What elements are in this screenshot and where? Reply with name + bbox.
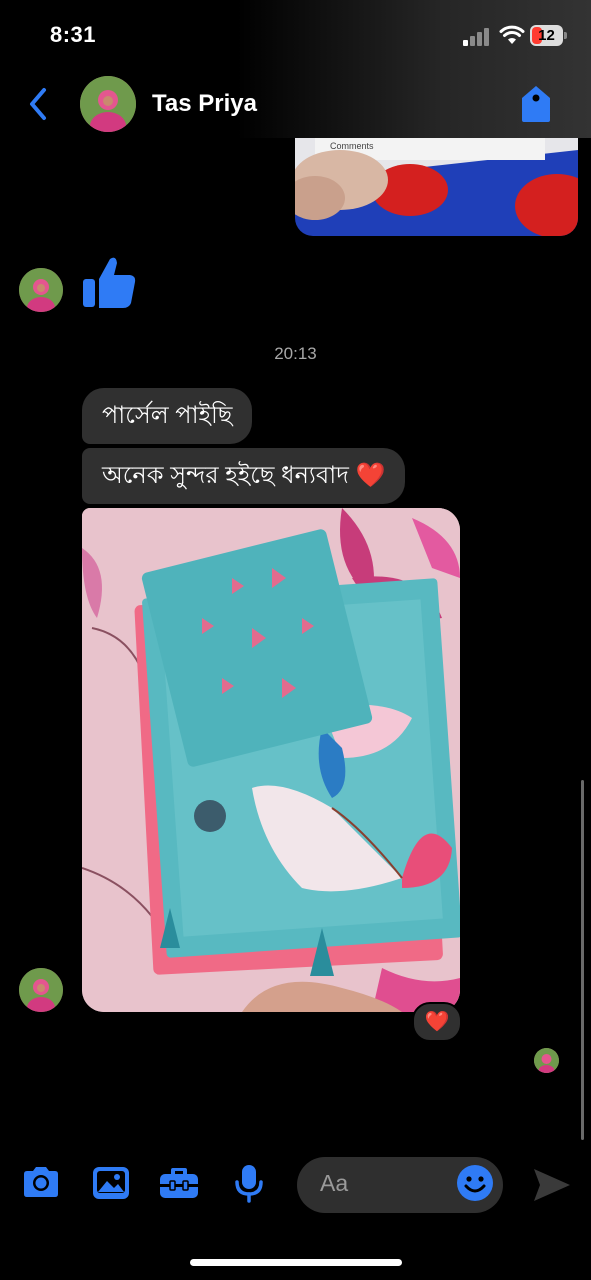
toolbox-icon[interactable] xyxy=(158,1162,200,1204)
wifi-icon xyxy=(499,24,525,46)
cellular-signal-icon xyxy=(463,28,491,46)
camera-icon[interactable] xyxy=(20,1162,62,1204)
tag-icon[interactable] xyxy=(518,84,554,124)
home-indicator[interactable] xyxy=(190,1259,402,1266)
message-text: পার্সেল পাইছি xyxy=(102,402,233,429)
back-chevron-icon[interactable] xyxy=(26,86,52,122)
message-input-placeholder: Aa xyxy=(320,1170,349,1196)
battery-level: 12 xyxy=(538,27,555,44)
photo-message[interactable] xyxy=(82,508,460,1012)
contact-name[interactable]: Tas Priya xyxy=(152,90,257,118)
read-receipt-avatar xyxy=(534,1048,559,1073)
message-bubble[interactable]: অনেক সুন্দর হইছে ধন্যবাদ ❤️ xyxy=(82,448,406,504)
message-timestamp: 20:13 xyxy=(274,344,317,363)
battery-indicator: 12 xyxy=(530,25,568,46)
sender-avatar xyxy=(19,968,63,1012)
thumbs-up-icon[interactable] xyxy=(80,253,138,311)
message-text: অনেক সুন্দর হইছে ধন্যবাদ xyxy=(102,462,349,489)
sender-avatar xyxy=(19,268,63,312)
status-time: 8:31 xyxy=(50,22,97,47)
gallery-icon[interactable] xyxy=(90,1162,132,1204)
contact-avatar[interactable] xyxy=(80,76,136,132)
heart-reaction[interactable]: ❤️ xyxy=(412,1002,462,1042)
previous-photo-message[interactable]: Comments xyxy=(295,138,578,236)
message-bubble[interactable]: পার্সেল পাইছি xyxy=(82,388,253,444)
send-icon[interactable] xyxy=(530,1165,572,1205)
emoji-icon[interactable] xyxy=(455,1163,495,1203)
scrollbar[interactable] xyxy=(581,780,584,1140)
heart-emoji: ❤️ xyxy=(355,462,386,489)
svg-text:Comments: Comments xyxy=(330,141,374,151)
microphone-icon[interactable] xyxy=(228,1162,270,1204)
